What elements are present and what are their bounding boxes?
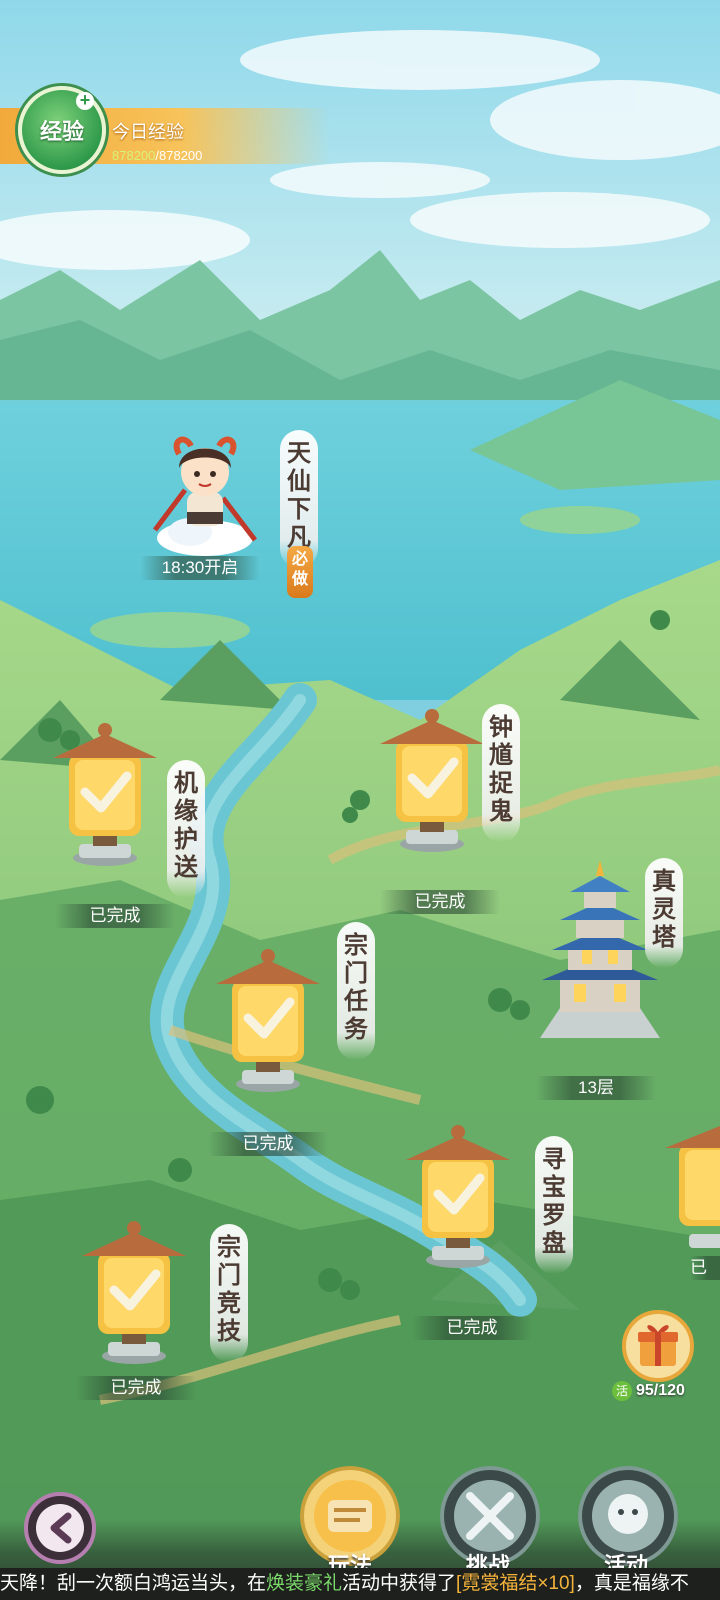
activity-count: 95/120 (636, 1382, 685, 1399)
zongmen-jingji-status: 已完成 (76, 1376, 196, 1400)
exp-current-value: 878200 (112, 148, 156, 163)
partial-lantern-icon[interactable] (665, 1108, 720, 1258)
gift-box-icon[interactable] (622, 1310, 694, 1382)
zongmen-task-status: 已完成 (208, 1132, 328, 1156)
zhenling-label[interactable]: 真灵塔 (645, 858, 683, 968)
ticker-text-2: 活动中获得了 (342, 1573, 457, 1594)
ticker-text-3: ，真是福缘不 (574, 1573, 689, 1594)
zhongkui-label[interactable]: 钟馗捉鬼 (482, 704, 520, 842)
daily-exp-values: 878200/878200 (112, 148, 202, 163)
xunbao-lantern-icon[interactable] (398, 1120, 518, 1270)
activity-tag: 活 (612, 1381, 632, 1401)
jiyuan-lantern-icon[interactable] (45, 718, 165, 868)
plus-icon[interactable]: + (76, 91, 94, 110)
daily-exp-title: 今日经验 (112, 122, 184, 142)
xunbao-status: 已完成 (412, 1316, 532, 1340)
ticker-item-name: [霓裳福结×10] (456, 1573, 575, 1594)
ticker-event-name: 焕装豪礼 (266, 1573, 343, 1594)
zongmen-task-label[interactable]: 宗门任务 (337, 922, 375, 1060)
ticker-text-1: 天降！刮一次额白鸿运当头，在 (0, 1573, 267, 1594)
zhongkui-status: 已完成 (380, 890, 500, 914)
must-do-badge: 必做 (287, 546, 313, 598)
zhenling-floor: 13层 (536, 1076, 656, 1100)
zongmen-task-lantern-icon[interactable] (208, 944, 328, 1094)
exp-badge-label: 经验 (39, 119, 84, 144)
jiyuan-status: 已完成 (55, 904, 175, 928)
zongmen-jingji-label[interactable]: 宗门竞技 (210, 1224, 248, 1362)
announcement-ticker: 天降！刮一次额白鸿运当头，在焕装豪礼活动中获得了[霓裳福结×10]，真是福缘不 (0, 1568, 720, 1600)
jiyuan-label[interactable]: 机缘护送 (167, 760, 205, 898)
partial-status: 已 (690, 1256, 720, 1280)
xunbao-label[interactable]: 寻宝罗盘 (535, 1136, 573, 1274)
exp-max-value: 878200 (159, 148, 203, 163)
zongmen-jingji-lantern-icon[interactable] (74, 1216, 194, 1366)
back-button[interactable] (20, 1488, 100, 1568)
zhongkui-lantern-icon[interactable] (372, 704, 492, 854)
tianxian-open-time: 18:30开启 (140, 556, 260, 580)
tianxian-character-icon[interactable] (135, 420, 275, 560)
